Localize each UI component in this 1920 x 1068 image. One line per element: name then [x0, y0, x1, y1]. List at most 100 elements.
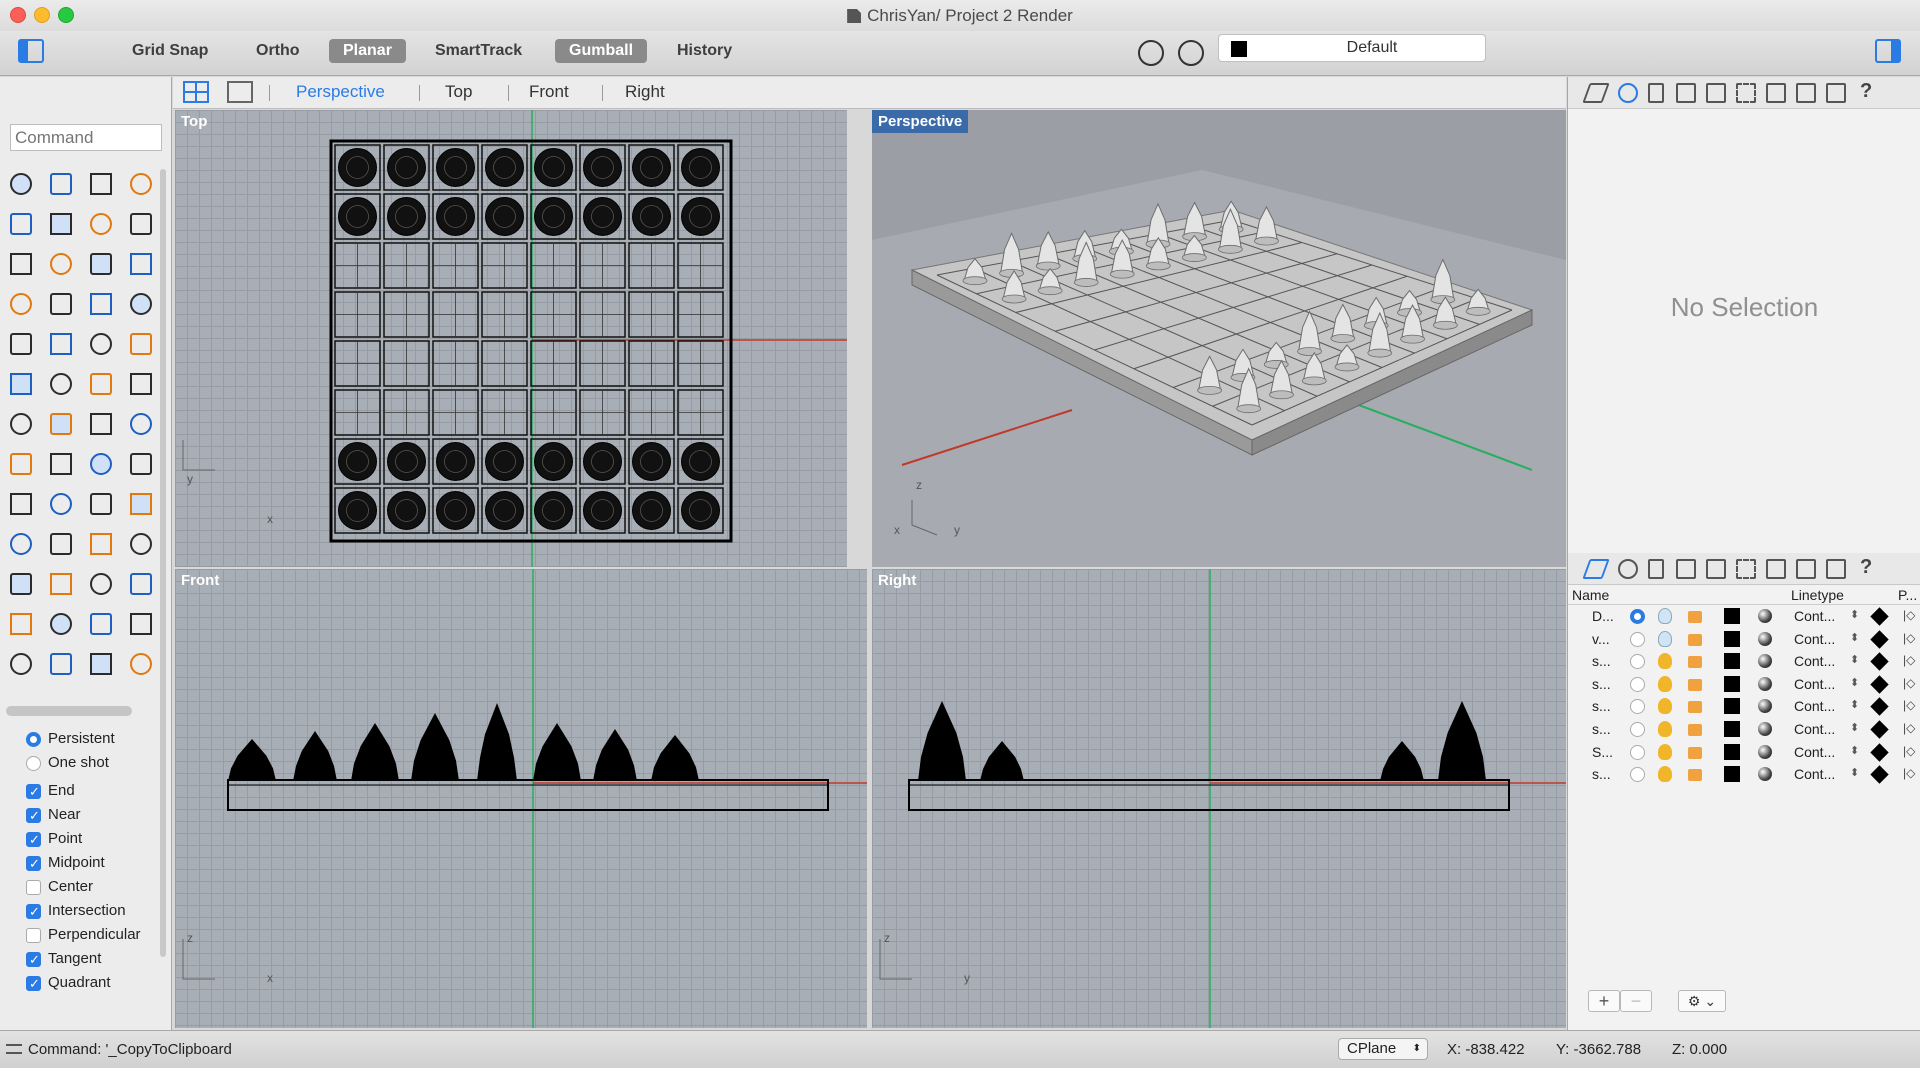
perpendicular-checkbox[interactable] — [26, 928, 41, 943]
box-icon[interactable] — [6, 289, 36, 319]
circle-icon[interactable] — [6, 209, 36, 239]
plane-surface-icon[interactable] — [126, 289, 156, 319]
visibility-bulb-icon[interactable] — [1658, 743, 1672, 760]
polygon-icon[interactable] — [6, 249, 36, 279]
car-block-icon[interactable] — [46, 569, 76, 599]
select-arrow-icon[interactable] — [6, 169, 36, 199]
layer-color-swatch[interactable] — [1724, 653, 1740, 670]
zoom-icon[interactable] — [46, 529, 76, 559]
visibility-bulb-icon[interactable] — [1658, 675, 1672, 692]
fillet-icon[interactable] — [46, 249, 76, 279]
trim-icon[interactable] — [126, 329, 156, 359]
zoom-window-button[interactable] — [58, 7, 74, 23]
color-wheel-icon[interactable] — [126, 609, 156, 639]
add-layer-button[interactable]: + — [1588, 990, 1620, 1012]
visibility-bulb-icon[interactable] — [1658, 698, 1672, 715]
extrude-icon[interactable] — [46, 329, 76, 359]
smarttrack-button[interactable]: SmartTrack — [421, 39, 536, 63]
zoom-extents-icon[interactable] — [126, 529, 156, 559]
split-icon[interactable] — [86, 329, 116, 359]
layer-color-swatch[interactable] — [1724, 698, 1740, 715]
grid-array-icon[interactable] — [86, 449, 116, 479]
tab-top[interactable]: Top — [445, 82, 472, 102]
object-tab-icon[interactable] — [1676, 559, 1696, 579]
lock-icon[interactable] — [1688, 769, 1702, 782]
material-sphere-icon[interactable] — [1758, 654, 1772, 669]
osnap-midpoint[interactable]: Midpoint — [24, 851, 141, 876]
print-color-diamond-icon[interactable] — [1870, 697, 1889, 717]
osnap-mode-persistent[interactable]: Persistent — [24, 727, 141, 751]
filter-icon[interactable] — [1178, 40, 1204, 66]
minimize-window-button[interactable] — [34, 7, 50, 23]
layer-options-gear-icon[interactable]: ⚙ ⌄ — [1678, 990, 1726, 1012]
print-color-diamond-icon[interactable] — [1870, 629, 1889, 649]
linetype-stepper-icon[interactable]: ⬍ — [1850, 721, 1859, 734]
persistent-radio[interactable] — [26, 732, 41, 747]
properties-tab-icon[interactable] — [1618, 559, 1638, 579]
material-icon[interactable] — [86, 569, 116, 599]
dimension-icon[interactable] — [6, 529, 36, 559]
material-sphere-icon[interactable] — [1758, 744, 1772, 759]
analysis-icon[interactable] — [126, 489, 156, 519]
point-checkbox[interactable] — [26, 828, 41, 852]
move-icon[interactable] — [46, 409, 76, 439]
record-history-icon[interactable] — [1138, 40, 1164, 66]
front-viewport[interactable]: Front z x — [175, 569, 867, 1028]
material-sphere-icon[interactable] — [1758, 676, 1772, 691]
layer-row[interactable]: S... Cont... ⬍ |◇ — [1568, 741, 1920, 764]
help-icon[interactable]: ? — [1860, 556, 1872, 579]
viewport-title-top[interactable]: Top — [175, 110, 213, 133]
layer-color-swatch[interactable] — [1724, 630, 1740, 647]
object-tab-icon[interactable] — [1676, 83, 1696, 103]
linetype-value[interactable]: Cont... — [1794, 766, 1835, 782]
document-tab-icon[interactable] — [1648, 83, 1664, 103]
linetype-value[interactable]: Cont... — [1794, 653, 1835, 669]
print-color-diamond-icon[interactable] — [1870, 675, 1889, 694]
column-print[interactable]: P... — [1898, 587, 1917, 603]
lock-icon[interactable] — [1688, 678, 1702, 691]
frame-tab-icon[interactable] — [1796, 559, 1816, 579]
sphere-render-icon[interactable] — [86, 649, 116, 679]
print-width-icon[interactable]: |◇ — [1903, 721, 1915, 735]
render-tab-icon[interactable] — [1736, 559, 1756, 579]
lock-icon[interactable] — [1688, 701, 1702, 714]
visibility-bulb-icon[interactable] — [1658, 608, 1672, 624]
lock-icon[interactable] — [1688, 723, 1702, 736]
boolean-icon[interactable] — [6, 329, 36, 359]
display-tab-icon[interactable] — [1826, 83, 1846, 103]
osnap-tangent[interactable]: Tangent — [24, 947, 141, 972]
viewport-title-right[interactable]: Right — [872, 569, 922, 592]
print-width-icon[interactable]: |◇ — [1903, 631, 1915, 645]
lock-icon[interactable] — [1688, 611, 1702, 623]
material-sphere-icon[interactable] — [1758, 699, 1772, 714]
layers-tab-icon[interactable] — [1582, 559, 1610, 579]
layer-row[interactable]: s... Cont... ⬍ |◇ — [1568, 673, 1920, 696]
camera-tab-icon[interactable] — [1706, 83, 1726, 103]
column-name[interactable]: Name — [1572, 587, 1609, 603]
tab-perspective[interactable]: Perspective — [296, 82, 385, 102]
linetype-value[interactable]: Cont... — [1794, 631, 1835, 647]
array-icon[interactable] — [86, 409, 116, 439]
layer-row[interactable]: v... Cont... ⬍ |◇ — [1568, 628, 1920, 651]
remove-layer-button[interactable]: − — [1620, 990, 1652, 1012]
cylinder-icon[interactable] — [86, 289, 116, 319]
current-layer-radio[interactable] — [1630, 744, 1645, 760]
midpoint-checkbox[interactable] — [26, 852, 41, 876]
layer-row[interactable]: s... Cont... ⬍ |◇ — [1568, 695, 1920, 718]
osnap-scrollbar[interactable] — [160, 727, 166, 957]
print-color-diamond-icon[interactable] — [1870, 720, 1889, 739]
layer-row[interactable]: s... Cont... ⬍ |◇ — [1568, 650, 1920, 673]
linetype-stepper-icon[interactable]: ⬍ — [1850, 631, 1859, 644]
contour-icon[interactable] — [46, 449, 76, 479]
align-icon[interactable] — [126, 449, 156, 479]
ellipse-icon[interactable] — [46, 209, 76, 239]
end-checkbox[interactable] — [26, 780, 41, 804]
material-sphere-icon[interactable] — [1758, 631, 1772, 646]
tangent-checkbox[interactable] — [26, 948, 41, 972]
print-width-icon[interactable]: |◇ — [1903, 676, 1915, 690]
linetype-stepper-icon[interactable]: ⬍ — [1850, 608, 1859, 621]
camera-tab-icon[interactable] — [1706, 559, 1726, 579]
left-sidebar-toggle-icon[interactable] — [18, 39, 44, 63]
layout-tab-icon[interactable] — [1766, 559, 1786, 579]
current-layer-radio[interactable] — [1630, 699, 1645, 715]
